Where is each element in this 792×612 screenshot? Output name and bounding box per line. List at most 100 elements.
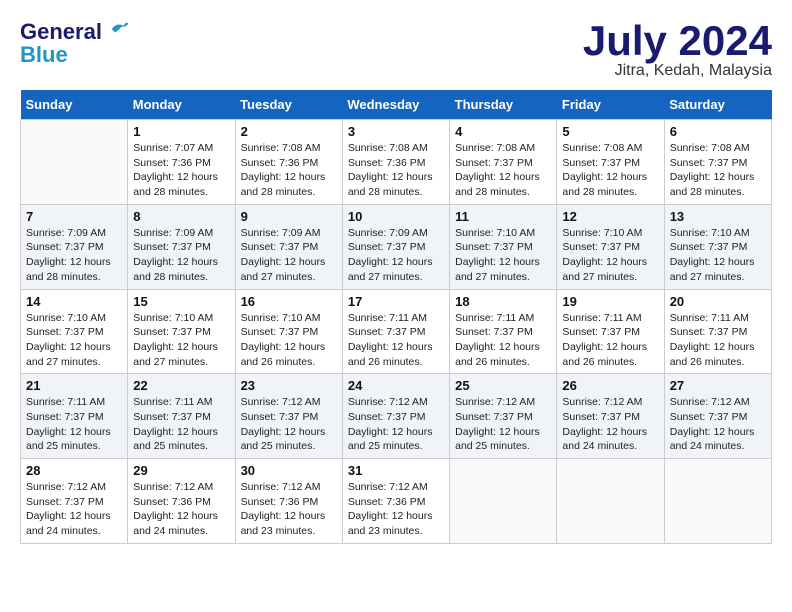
calendar-day-cell: 23 Sunrise: 7:12 AMSunset: 7:37 PMDayligh…: [235, 374, 342, 459]
day-sun-info: Sunrise: 7:10 AMSunset: 7:37 PMDaylight:…: [26, 311, 122, 370]
calendar-day-cell: 21Sunrise: 7:11 AMSunset: 7:37 PMDayligh…: [21, 374, 128, 459]
location: Jitra, Kedah, Malaysia: [583, 62, 772, 80]
day-number: 5: [562, 124, 658, 139]
day-number: 4: [455, 124, 551, 139]
calendar-day-cell: 2 Sunrise: 7:08 AMSunset: 7:36 PMDaylight…: [235, 120, 342, 205]
calendar-day-cell: 22Sunrise: 7:11 AMSunset: 7:37 PMDayligh…: [128, 374, 235, 459]
day-sun-info: Sunrise: 7:11 AMSunset: 7:37 PMDaylight:…: [455, 311, 551, 370]
calendar-day-cell: [450, 459, 557, 544]
day-sun-info: Sunrise: 7:11 AMSunset: 7:37 PMDaylight:…: [348, 311, 444, 370]
header-sunday: Sunday: [21, 90, 128, 120]
day-number: 19: [562, 294, 658, 309]
calendar-day-cell: 30Sunrise: 7:12 AMSunset: 7:36 PMDayligh…: [235, 459, 342, 544]
calendar-day-cell: 16 Sunrise: 7:10 AMSunset: 7:37 PMDayligh…: [235, 289, 342, 374]
day-sun-info: Sunrise: 7:11 AMSunset: 7:37 PMDaylight:…: [562, 311, 658, 370]
title-block: July 2024 Jitra, Kedah, Malaysia: [583, 20, 772, 80]
page-header: General Blue July 2024 Jitra, Kedah, Mal…: [20, 20, 772, 80]
calendar-day-cell: 29Sunrise: 7:12 AMSunset: 7:36 PMDayligh…: [128, 459, 235, 544]
calendar-day-cell: 18 Sunrise: 7:11 AMSunset: 7:37 PMDayligh…: [450, 289, 557, 374]
day-sun-info: Sunrise: 7:09 AMSunset: 7:37 PMDaylight:…: [26, 226, 122, 285]
header-monday: Monday: [128, 90, 235, 120]
calendar-day-cell: 5 Sunrise: 7:08 AMSunset: 7:37 PMDaylight…: [557, 120, 664, 205]
day-sun-info: Sunrise: 7:10 AMSunset: 7:37 PMDaylight:…: [133, 311, 229, 370]
calendar-day-cell: 6 Sunrise: 7:08 AMSunset: 7:37 PMDaylight…: [664, 120, 771, 205]
day-sun-info: Sunrise: 7:08 AMSunset: 7:37 PMDaylight:…: [670, 141, 766, 200]
day-number: 1: [133, 124, 229, 139]
day-number: 9: [241, 209, 337, 224]
header-wednesday: Wednesday: [342, 90, 449, 120]
calendar-week-row: 28 Sunrise: 7:12 AMSunset: 7:37 PMDayligh…: [21, 459, 772, 544]
day-sun-info: Sunrise: 7:10 AMSunset: 7:37 PMDaylight:…: [562, 226, 658, 285]
day-number: 23: [241, 378, 337, 393]
calendar-week-row: 7 Sunrise: 7:09 AMSunset: 7:37 PMDaylight…: [21, 204, 772, 289]
header-thursday: Thursday: [450, 90, 557, 120]
day-sun-info: Sunrise: 7:12 AMSunset: 7:37 PMDaylight:…: [348, 395, 444, 454]
calendar-day-cell: 27 Sunrise: 7:12 AMSunset: 7:37 PMDayligh…: [664, 374, 771, 459]
calendar-day-cell: 9Sunrise: 7:09 AMSunset: 7:37 PMDaylight…: [235, 204, 342, 289]
day-number: 13: [670, 209, 766, 224]
day-number: 26: [562, 378, 658, 393]
day-sun-info: Sunrise: 7:07 AMSunset: 7:36 PMDaylight:…: [133, 141, 229, 200]
calendar-day-cell: 28 Sunrise: 7:12 AMSunset: 7:37 PMDayligh…: [21, 459, 128, 544]
day-sun-info: Sunrise: 7:09 AMSunset: 7:37 PMDaylight:…: [348, 226, 444, 285]
calendar-day-cell: 26 Sunrise: 7:12 AMSunset: 7:37 PMDayligh…: [557, 374, 664, 459]
calendar-day-cell: 10 Sunrise: 7:09 AMSunset: 7:37 PMDayligh…: [342, 204, 449, 289]
calendar-day-cell: [664, 459, 771, 544]
logo: General Blue: [20, 20, 130, 66]
day-sun-info: Sunrise: 7:12 AMSunset: 7:37 PMDaylight:…: [562, 395, 658, 454]
calendar-day-cell: 13Sunrise: 7:10 AMSunset: 7:37 PMDayligh…: [664, 204, 771, 289]
day-sun-info: Sunrise: 7:08 AMSunset: 7:37 PMDaylight:…: [562, 141, 658, 200]
day-number: 28: [26, 463, 122, 478]
calendar-day-cell: 31Sunrise: 7:12 AMSunset: 7:36 PMDayligh…: [342, 459, 449, 544]
day-number: 25: [455, 378, 551, 393]
calendar-week-row: 14Sunrise: 7:10 AMSunset: 7:37 PMDayligh…: [21, 289, 772, 374]
day-number: 10: [348, 209, 444, 224]
day-sun-info: Sunrise: 7:08 AMSunset: 7:37 PMDaylight:…: [455, 141, 551, 200]
calendar-day-cell: [557, 459, 664, 544]
day-number: 3: [348, 124, 444, 139]
day-number: 24: [348, 378, 444, 393]
day-sun-info: Sunrise: 7:10 AMSunset: 7:37 PMDaylight:…: [455, 226, 551, 285]
day-sun-info: Sunrise: 7:12 AMSunset: 7:36 PMDaylight:…: [133, 480, 229, 539]
day-number: 16: [241, 294, 337, 309]
day-number: 8: [133, 209, 229, 224]
day-number: 21: [26, 378, 122, 393]
day-number: 20: [670, 294, 766, 309]
calendar-day-cell: 4 Sunrise: 7:08 AMSunset: 7:37 PMDaylight…: [450, 120, 557, 205]
day-sun-info: Sunrise: 7:10 AMSunset: 7:37 PMDaylight:…: [241, 311, 337, 370]
logo-bird-icon: [110, 19, 130, 39]
day-number: 6: [670, 124, 766, 139]
header-friday: Friday: [557, 90, 664, 120]
day-sun-info: Sunrise: 7:12 AMSunset: 7:37 PMDaylight:…: [670, 395, 766, 454]
calendar-day-cell: 12 Sunrise: 7:10 AMSunset: 7:37 PMDayligh…: [557, 204, 664, 289]
calendar-week-row: 21 Sunrise: 7:11 AMSunset: 7:37 PMDayligh…: [21, 374, 772, 459]
calendar-day-cell: 14Sunrise: 7:10 AMSunset: 7:37 PMDayligh…: [21, 289, 128, 374]
day-number: 12: [562, 209, 658, 224]
calendar-day-cell: 15Sunrise: 7:10 AMSunset: 7:37 PMDayligh…: [128, 289, 235, 374]
day-sun-info: Sunrise: 7:08 AMSunset: 7:36 PMDaylight:…: [348, 141, 444, 200]
header-tuesday: Tuesday: [235, 90, 342, 120]
day-number: 27: [670, 378, 766, 393]
calendar-day-cell: 1 Sunrise: 7:07 AMSunset: 7:36 PMDaylight…: [128, 120, 235, 205]
header-saturday: Saturday: [664, 90, 771, 120]
day-sun-info: Sunrise: 7:12 AMSunset: 7:37 PMDaylight:…: [455, 395, 551, 454]
calendar-day-cell: 3 Sunrise: 7:08 AMSunset: 7:36 PMDaylight…: [342, 120, 449, 205]
day-number: 2: [241, 124, 337, 139]
logo-text-line2: Blue: [20, 44, 130, 66]
day-sun-info: Sunrise: 7:12 AMSunset: 7:36 PMDaylight:…: [348, 480, 444, 539]
day-sun-info: Sunrise: 7:12 AMSunset: 7:36 PMDaylight:…: [241, 480, 337, 539]
day-sun-info: Sunrise: 7:08 AMSunset: 7:36 PMDaylight:…: [241, 141, 337, 200]
calendar-day-cell: 11 Sunrise: 7:10 AMSunset: 7:37 PMDayligh…: [450, 204, 557, 289]
day-number: 7: [26, 209, 122, 224]
day-number: 11: [455, 209, 551, 224]
day-sun-info: Sunrise: 7:12 AMSunset: 7:37 PMDaylight:…: [241, 395, 337, 454]
calendar-day-cell: 25 Sunrise: 7:12 AMSunset: 7:37 PMDayligh…: [450, 374, 557, 459]
day-sun-info: Sunrise: 7:11 AMSunset: 7:37 PMDaylight:…: [133, 395, 229, 454]
calendar-day-cell: 17 Sunrise: 7:11 AMSunset: 7:37 PMDayligh…: [342, 289, 449, 374]
day-sun-info: Sunrise: 7:12 AMSunset: 7:37 PMDaylight:…: [26, 480, 122, 539]
day-sun-info: Sunrise: 7:11 AMSunset: 7:37 PMDaylight:…: [670, 311, 766, 370]
calendar-day-cell: 8Sunrise: 7:09 AMSunset: 7:37 PMDaylight…: [128, 204, 235, 289]
calendar-day-cell: 24 Sunrise: 7:12 AMSunset: 7:37 PMDayligh…: [342, 374, 449, 459]
day-number: 17: [348, 294, 444, 309]
day-number: 18: [455, 294, 551, 309]
